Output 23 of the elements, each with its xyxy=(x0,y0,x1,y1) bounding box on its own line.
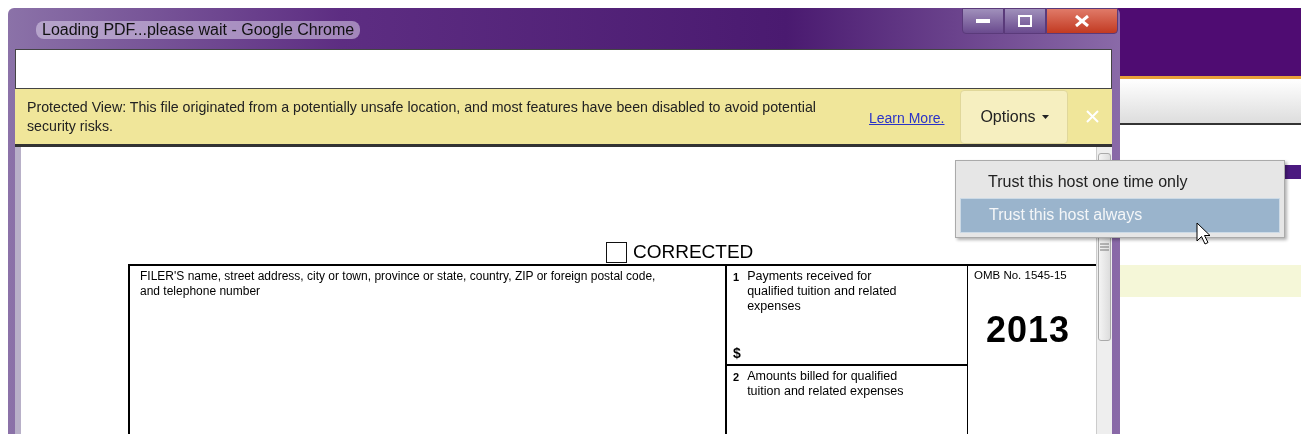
corrected-label: CORRECTED xyxy=(633,241,754,263)
minimize-button[interactable] xyxy=(962,8,1004,34)
caret-icon xyxy=(1041,114,1049,119)
box-number: 1 xyxy=(733,271,740,285)
close-button[interactable] xyxy=(1046,8,1118,34)
dollar-sign: $ xyxy=(733,345,742,361)
tax-year: 2013 xyxy=(986,309,1072,351)
options-button[interactable]: Options xyxy=(960,89,1069,144)
minimize-icon xyxy=(976,18,990,24)
box-number: 2 xyxy=(733,371,740,385)
menu-item[interactable]: Trust this host one time only xyxy=(960,165,1280,198)
maximize-button[interactable] xyxy=(1004,8,1046,34)
maximize-icon xyxy=(1018,15,1032,27)
filer-label: FILER'S name, street address, city or town, province or state, country, ZIP or foreign postal code, and telephone number xyxy=(140,269,657,299)
window-title: Loading PDF...please wait - Google Chrome xyxy=(36,21,361,39)
box-label: Payments received for qualified tuition and related expenses xyxy=(747,269,898,314)
learn-more-link[interactable]: Learn More. xyxy=(869,110,945,126)
mouse-pointer-icon xyxy=(1196,222,1212,246)
omb-number: OMB No. 1545-15 xyxy=(974,269,1068,281)
box-label: Amounts billed for qualified tuition and related expenses xyxy=(747,369,905,399)
protected-view-message: Protected View: This file originated from a potentially unsafe location, and most features have been disabled to avoid potential security risks. xyxy=(27,97,817,136)
close-icon xyxy=(1074,15,1090,27)
grip-icon xyxy=(1100,243,1109,251)
